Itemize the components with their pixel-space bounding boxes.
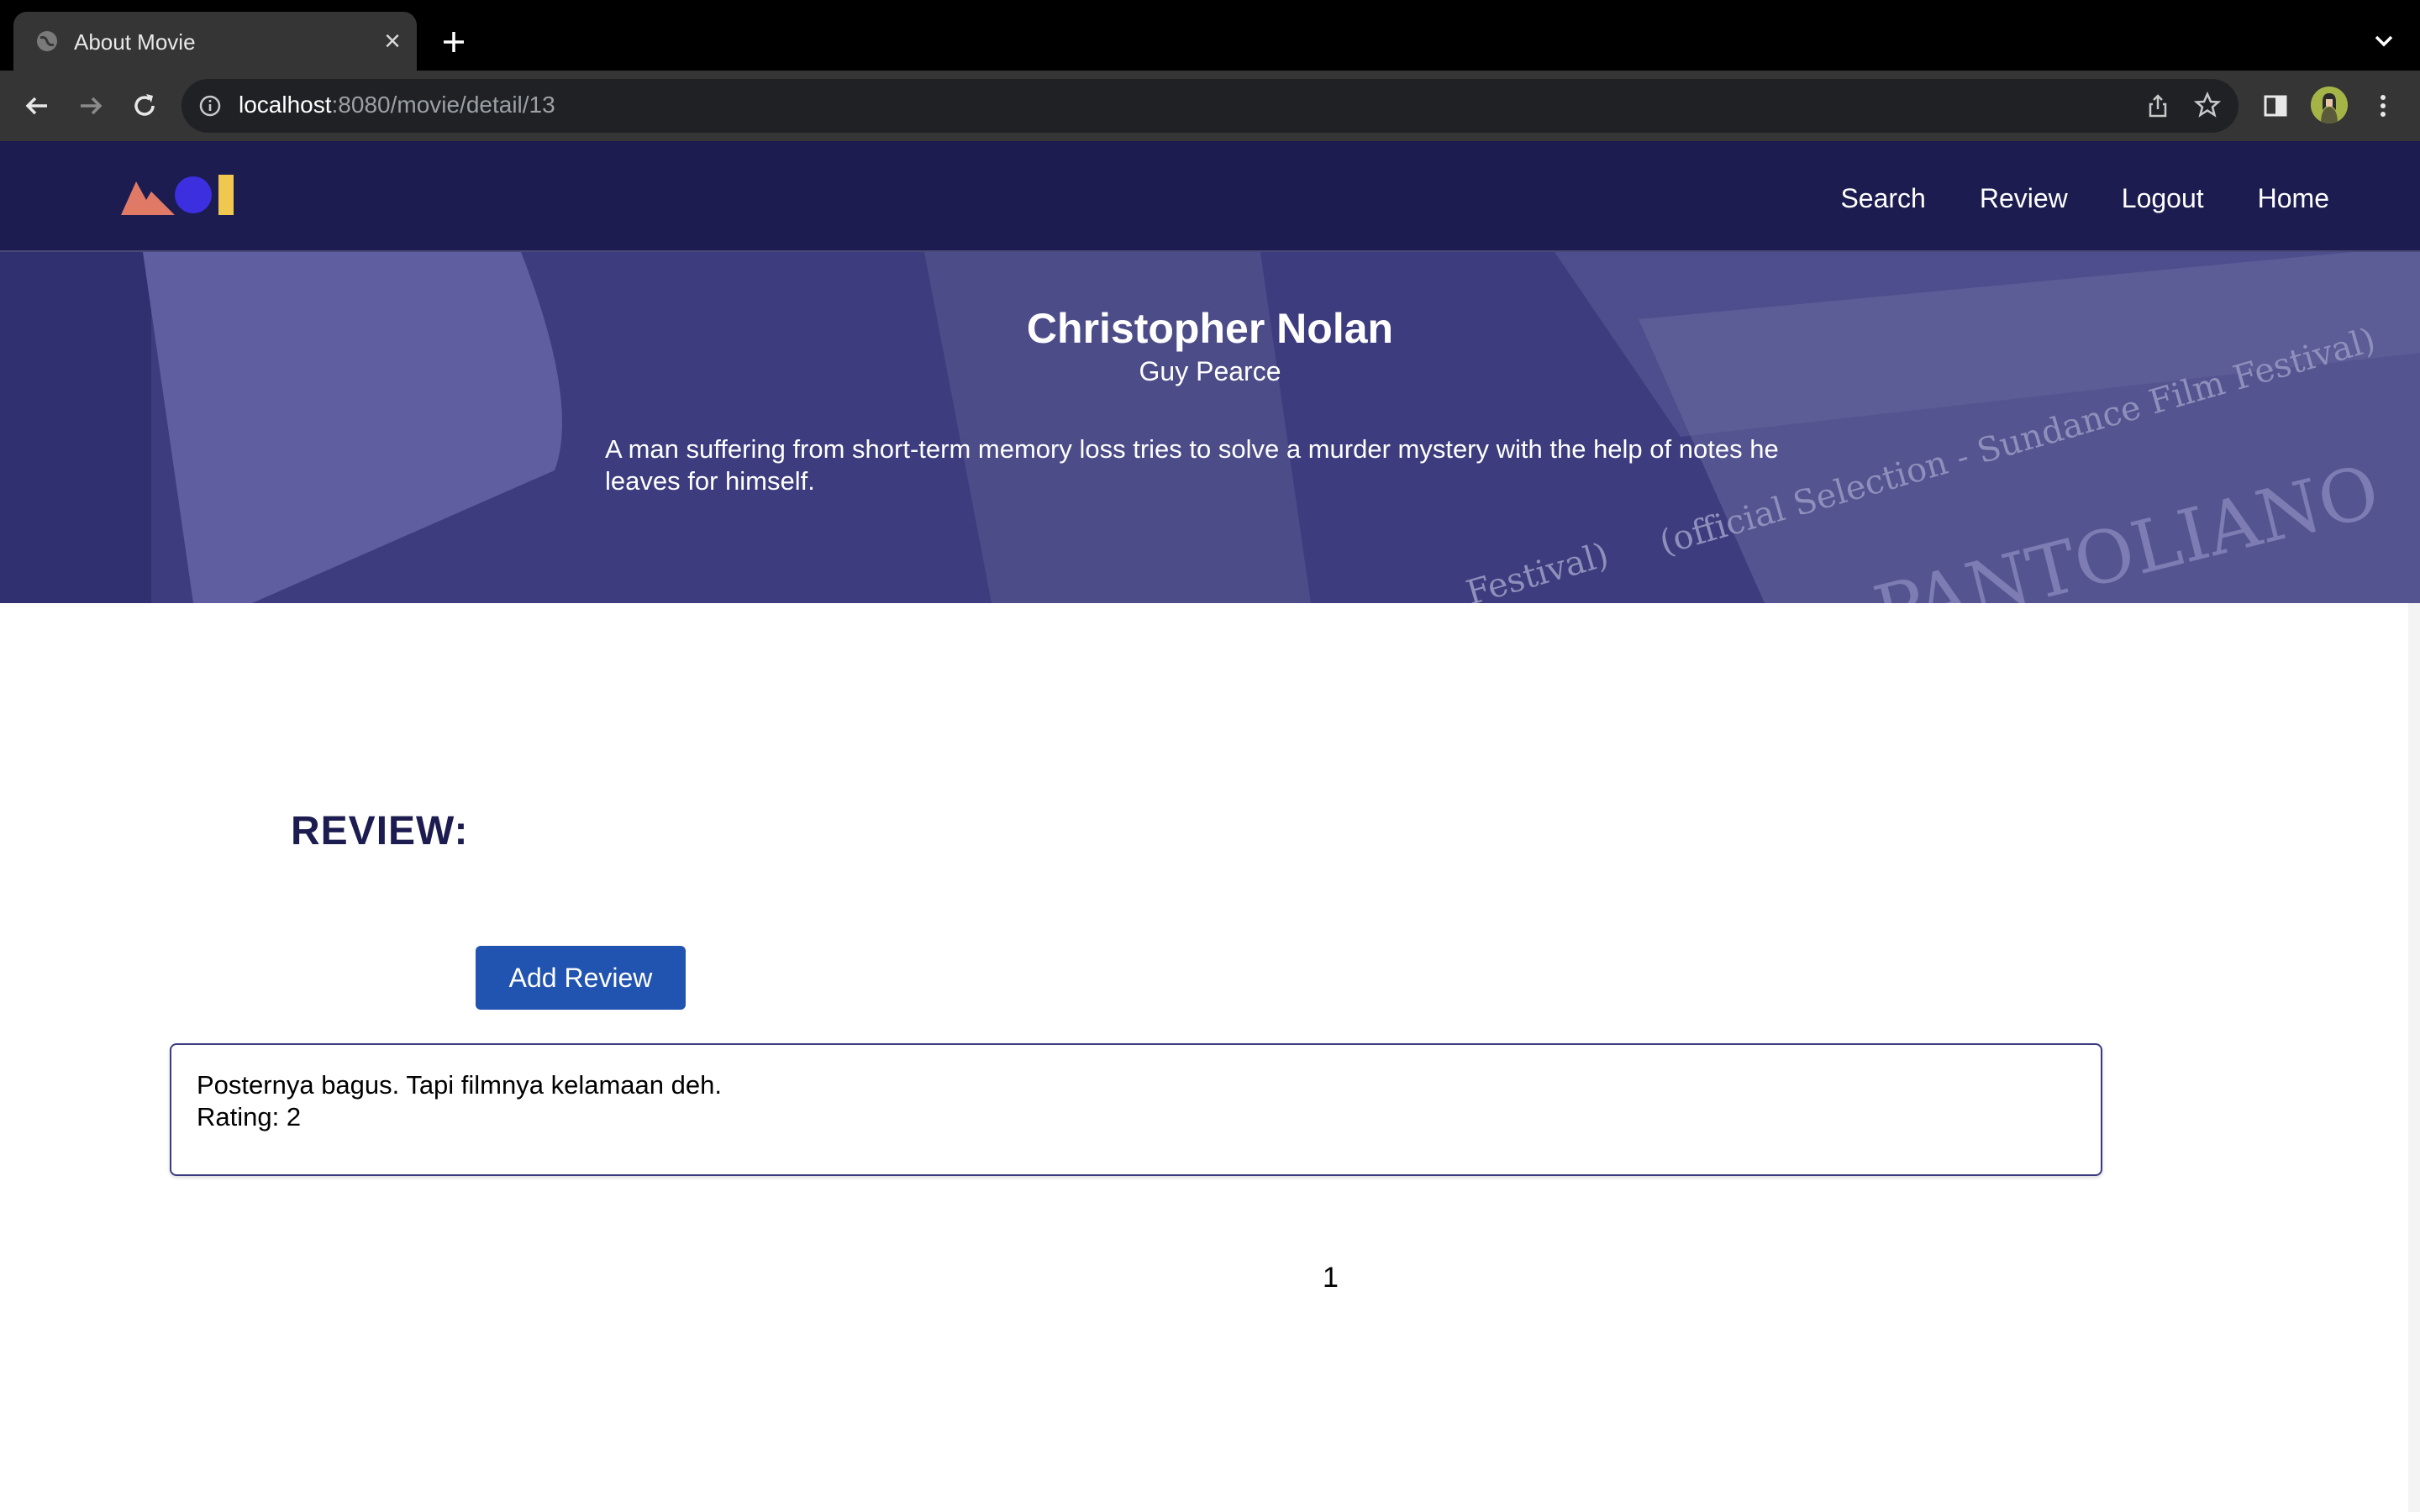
movie-actor: Guy Pearce [1139, 356, 1281, 386]
back-arrow-icon[interactable] [20, 89, 54, 123]
more-menu-icon[interactable] [2366, 89, 2400, 123]
tab-title: About Movie [74, 29, 196, 55]
nav-link-search[interactable]: Search [1840, 183, 1925, 214]
globe-icon [37, 31, 57, 51]
review-card: Posternya bagus. Tapi filmnya kelamaan d… [170, 1043, 2102, 1176]
nav-link-logout[interactable]: Logout [2122, 183, 2204, 214]
side-panel-icon[interactable] [2259, 89, 2292, 123]
movie-synopsis: A man suffering from short-term memory l… [605, 434, 1779, 496]
pagination-page-1[interactable]: 1 [1323, 1262, 1339, 1294]
page-scrollbar[interactable] [2408, 603, 2420, 1512]
url-path: :8080/movie/detail/13 [331, 92, 555, 118]
forward-arrow-icon[interactable] [74, 89, 108, 123]
logo-bar [218, 175, 234, 215]
reload-icon[interactable] [128, 89, 161, 123]
site-info-icon[interactable] [198, 94, 222, 118]
url-host: localhost [239, 92, 332, 118]
site-logo[interactable] [121, 175, 239, 217]
close-tab-icon[interactable]: × [378, 27, 407, 55]
share-icon[interactable] [2144, 92, 2171, 119]
browser-tab-strip: About Movie × [0, 0, 2420, 71]
profile-avatar-icon [2311, 87, 2348, 123]
nav-links: Search Review Logout Home [1840, 183, 2329, 214]
address-url[interactable]: localhost:8080/movie/detail/13 [239, 92, 555, 118]
nav-link-home[interactable]: Home [2258, 183, 2329, 214]
add-review-button[interactable]: Add Review [476, 946, 686, 1010]
logo-circle [175, 176, 212, 213]
tab-search-chevron-icon[interactable] [2371, 29, 2396, 54]
site-navbar: Search Review Logout Home [0, 141, 2420, 252]
review-rating: Rating: 2 [197, 1102, 302, 1131]
address-bar[interactable]: localhost:8080/movie/detail/13 [182, 79, 2238, 133]
browser-toolbar: localhost:8080/movie/detail/13 [0, 71, 2420, 141]
logo-triangle [121, 181, 175, 215]
review-text: Posternya bagus. Tapi filmnya kelamaan d… [197, 1070, 722, 1100]
new-tab-icon[interactable] [437, 25, 471, 59]
movie-director: Christopher Nolan [1026, 305, 1394, 352]
nav-link-review[interactable]: Review [1980, 183, 2068, 214]
bookmark-star-icon[interactable] [2193, 91, 2222, 119]
movie-hero-banner: (official Selection - Sundance Film Fest… [0, 252, 2420, 603]
review-heading: REVIEW: [291, 809, 469, 853]
profile-avatar[interactable] [2311, 87, 2348, 123]
browser-tab[interactable]: About Movie × [13, 12, 417, 71]
